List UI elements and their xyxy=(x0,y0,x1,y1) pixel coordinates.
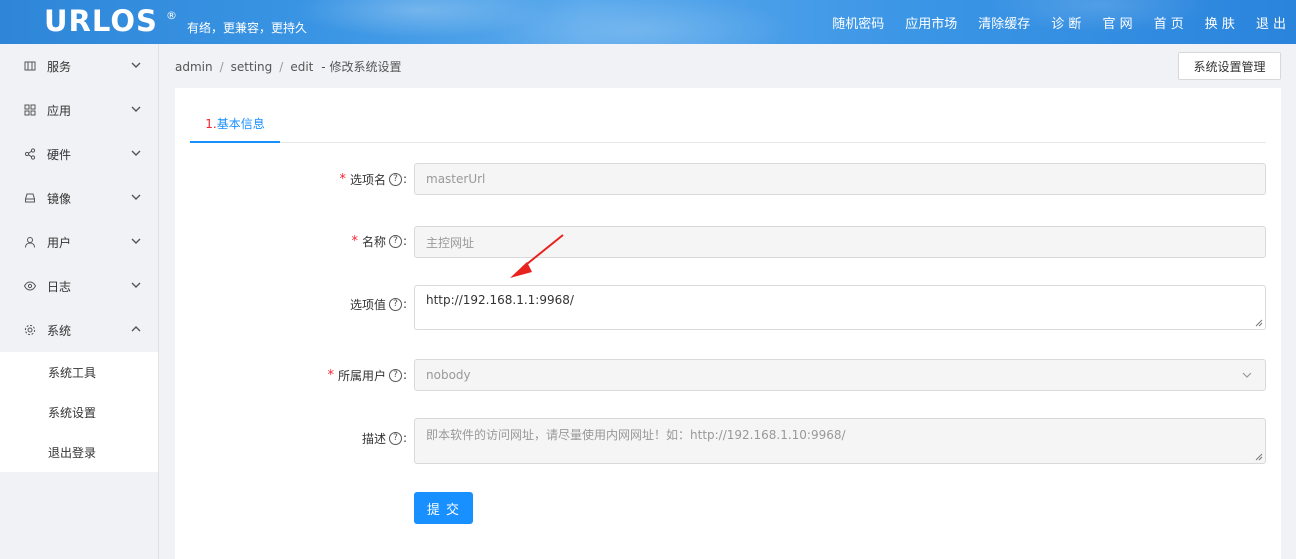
breadcrumb: admin / setting / edit - 修改系统设置 xyxy=(175,60,402,74)
description-textarea[interactable]: 即本软件的访问网址，请尽量使用内网网址！如：http://192.168.1.1… xyxy=(414,418,1266,464)
chevron-down-icon xyxy=(1242,372,1252,378)
sidebar-item-system[interactable]: 系统 xyxy=(0,308,158,352)
sidebar-item-hardware[interactable]: 硬件 xyxy=(0,132,158,176)
sidebar-item-apps[interactable]: 应用 xyxy=(0,88,158,132)
sidebar-item-label: 硬件 xyxy=(47,147,72,162)
nav-logout[interactable]: 退 出 xyxy=(1256,13,1286,32)
page-title: 修改系统设置 xyxy=(329,60,402,74)
chevron-down-icon xyxy=(131,150,141,156)
tab-label: 基本信息 xyxy=(216,117,265,131)
nav-skin[interactable]: 换 肤 xyxy=(1205,13,1235,32)
resize-handle-icon[interactable] xyxy=(1255,319,1263,327)
help-icon[interactable]: ? xyxy=(388,172,402,186)
chevron-down-icon xyxy=(131,62,141,68)
eye-icon xyxy=(24,280,36,292)
form-card: 1. 基本信息 * 选项名?: masterUrl * 名称?: 主控网址 选项值?:… xyxy=(175,88,1281,559)
chevron-down-icon xyxy=(131,282,141,288)
submit-button[interactable]: 提 交 xyxy=(414,492,473,524)
chevron-down-icon xyxy=(131,238,141,244)
server-icon xyxy=(24,60,36,72)
chevron-down-icon xyxy=(131,194,141,200)
breadcrumb-edit: edit xyxy=(290,60,314,74)
help-icon[interactable]: ? xyxy=(388,368,402,382)
breadcrumb-admin[interactable]: admin xyxy=(175,60,213,74)
option-name-label: * 选项名?: xyxy=(339,171,407,187)
submenu-item-system-settings[interactable]: 系统设置 xyxy=(0,392,158,432)
slogan: 有络，更兼容，更持久 xyxy=(187,21,308,35)
breadcrumb-setting[interactable]: setting xyxy=(231,60,273,74)
drive-icon xyxy=(24,192,36,204)
help-icon[interactable]: ? xyxy=(388,234,402,248)
sidebar-item-images[interactable]: 镜像 xyxy=(0,176,158,220)
nav-official-site[interactable]: 官 网 xyxy=(1102,13,1132,32)
system-submenu: 系统工具 系统设置 退出登录 xyxy=(0,352,158,472)
sidebar-item-label: 镜像 xyxy=(47,191,72,206)
sidebar-item-label: 应用 xyxy=(47,103,72,118)
sidebar-item-service[interactable]: 服务 xyxy=(0,44,158,88)
option-name-input[interactable]: masterUrl xyxy=(414,163,1266,195)
nav-app-market[interactable]: 应用市场 xyxy=(905,13,957,32)
sidebar-item-label: 日志 xyxy=(47,279,72,294)
user-icon xyxy=(24,236,36,248)
breadcrumb-dash: - xyxy=(321,60,326,74)
sidebar-item-label: 服务 xyxy=(47,59,72,74)
sidebar: 服务 应用 硬件 镜像 用户 日志 系统 系统工具 系统设置 退出登录 xyxy=(0,44,159,559)
help-icon[interactable]: ? xyxy=(388,297,402,311)
share-icon xyxy=(24,148,36,160)
registered-mark: ® xyxy=(166,9,177,22)
sidebar-item-label: 用户 xyxy=(47,235,72,250)
owner-label: * 所属用户?: xyxy=(327,367,407,383)
description-label: 描述?: xyxy=(361,431,407,446)
resize-handle-icon[interactable] xyxy=(1255,453,1263,461)
sidebar-item-logs[interactable]: 日志 xyxy=(0,264,158,308)
option-value-textarea[interactable]: http://192.168.1.1:9968/ xyxy=(414,285,1266,330)
top-nav: 随机密码 应用市场 清除缓存 诊 断 官 网 首 页 换 肤 退 出 xyxy=(811,0,1286,44)
system-settings-manage-button[interactable]: 系统设置管理 xyxy=(1178,52,1281,80)
help-icon[interactable]: ? xyxy=(388,431,402,445)
top-header: URLOS ® 有络，更兼容，更持久 随机密码 应用市场 清除缓存 诊 断 官 … xyxy=(0,0,1296,44)
tab-number: 1. xyxy=(205,116,217,131)
submenu-item-system-tools[interactable]: 系统工具 xyxy=(0,352,158,392)
nav-home[interactable]: 首 页 xyxy=(1154,13,1184,32)
option-value-label: 选项值?: xyxy=(349,297,407,312)
nav-diagnose[interactable]: 诊 断 xyxy=(1051,13,1081,32)
nav-clear-cache[interactable]: 清除缓存 xyxy=(978,13,1030,32)
nav-random-password[interactable]: 随机密码 xyxy=(832,13,884,32)
submenu-item-logout[interactable]: 退出登录 xyxy=(0,432,158,472)
name-input[interactable]: 主控网址 xyxy=(414,226,1266,258)
owner-select[interactable]: nobody xyxy=(414,359,1266,391)
name-label: * 名称?: xyxy=(351,233,407,249)
tab-bar: 1. 基本信息 xyxy=(190,106,1266,143)
tab-basic-info[interactable]: 1. 基本信息 xyxy=(190,106,280,143)
urlos-logo[interactable]: URLOS xyxy=(44,4,158,38)
chevron-up-icon xyxy=(131,326,141,332)
sidebar-item-users[interactable]: 用户 xyxy=(0,220,158,264)
chevron-down-icon xyxy=(131,106,141,112)
grid-icon xyxy=(24,104,36,116)
gear-icon xyxy=(24,324,36,336)
sidebar-item-label: 系统 xyxy=(47,323,72,338)
